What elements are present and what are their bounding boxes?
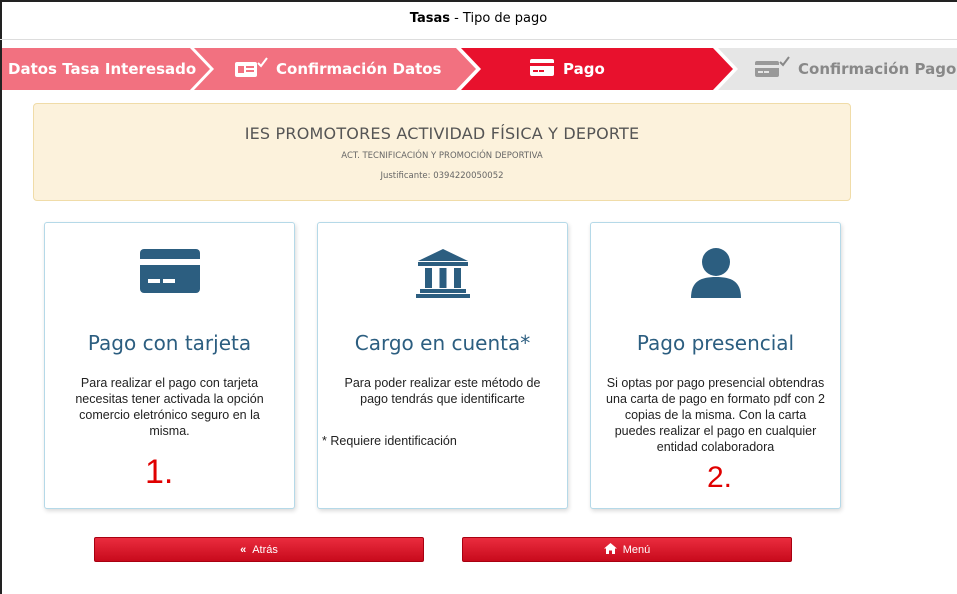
option-description: Si optas por pago presencial obtendras u… xyxy=(606,376,825,454)
step-pago[interactable]: Pago xyxy=(457,48,737,90)
back-button[interactable]: « Atrás xyxy=(94,537,424,562)
credit-card-icon xyxy=(529,57,555,81)
step-label: Pago xyxy=(563,60,605,78)
title-bold: Tasas xyxy=(409,11,450,26)
title-rest: - Tipo de pago xyxy=(449,11,548,26)
option-title: Cargo en cuenta* xyxy=(354,331,531,355)
bank-icon xyxy=(318,247,567,299)
step-datos-tasa[interactable]: Datos Tasa Interesado xyxy=(2,48,212,90)
option-card-bank-charge[interactable]: Cargo en cuenta* Para poder realizar est… xyxy=(317,222,568,509)
step-label: Confirmación Pago xyxy=(798,60,957,78)
double-chevron-left-icon: « xyxy=(240,543,247,556)
back-label: Atrás xyxy=(252,543,278,556)
handwritten-annotation: 2. xyxy=(707,461,733,494)
step-confirmacion-datos[interactable]: Confirmación Datos xyxy=(190,48,480,90)
payment-info-box: IES PROMOTORES ACTIVIDAD FÍSICA Y DEPORT… xyxy=(33,103,851,201)
progress-stepper: Datos Tasa Interesado Confirmación Datos xyxy=(2,48,957,90)
user-icon xyxy=(591,247,840,299)
option-title: Pago presencial xyxy=(636,331,795,355)
option-card-in-person[interactable]: Pago presencial Si optas por pago presen… xyxy=(590,222,841,509)
step-label: Datos Tasa Interesado xyxy=(8,60,197,78)
handwritten-annotation: 1. xyxy=(145,453,174,491)
center-name: IES PROMOTORES ACTIVIDAD FÍSICA Y DEPORT… xyxy=(244,124,640,143)
credit-card-icon xyxy=(45,247,294,299)
window-title: Tasas - Tipo de pago xyxy=(0,0,957,40)
credit-card-check-icon xyxy=(754,55,790,83)
step-label: Confirmación Datos xyxy=(276,60,442,78)
option-description: Para poder realizar este método de pago … xyxy=(344,376,541,406)
option-title: Pago con tarjeta xyxy=(87,331,252,355)
activity-name: ACT. TECNIFICACIÓN Y PROMOCIÓN DEPORTIVA xyxy=(341,151,543,161)
menu-button[interactable]: Menú xyxy=(462,537,792,562)
menu-label: Menú xyxy=(622,543,651,556)
id-card-check-icon xyxy=(234,56,268,82)
option-card-card-payment[interactable]: Pago con tarjeta Para realizar el pago c… xyxy=(44,222,295,509)
option-note: * Requiere identificación xyxy=(322,434,457,448)
option-description: Para realizar el pago con tarjeta necesi… xyxy=(75,376,264,438)
step-confirmacion-pago[interactable]: Confirmación Pago xyxy=(714,48,957,90)
home-icon xyxy=(603,542,617,557)
receipt-reference: Justificante: 0394220050052 xyxy=(380,171,504,181)
